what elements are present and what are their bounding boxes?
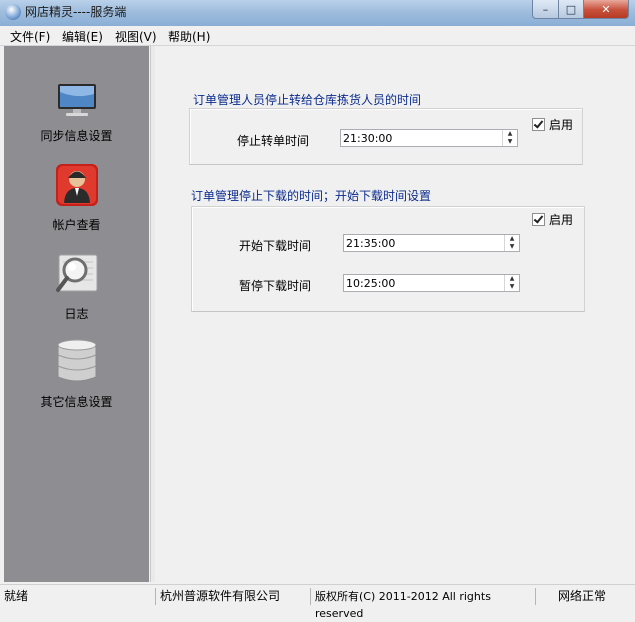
status-ready: 就绪: [4, 589, 29, 603]
menu-file[interactable]: 文件(F): [10, 28, 50, 45]
sidebar-item-label: 日志: [64, 307, 89, 321]
spin-down-icon[interactable]: ▼: [503, 138, 517, 146]
checkbox-label: 启用: [549, 118, 574, 132]
group1-title: 订单管理人员停止转给仓库拣货人员的时间: [193, 93, 422, 107]
status-bar: 就绪 杭州普源软件有限公司 版权所有(C) 2011-2012 All righ…: [0, 584, 635, 620]
start-download-time-field[interactable]: [346, 236, 466, 250]
menu-help[interactable]: 帮助(H): [168, 28, 210, 45]
sidebar-item-other-settings[interactable]: 其它信息设置: [4, 338, 149, 410]
app-icon: [5, 4, 21, 20]
maximize-button[interactable]: □: [559, 0, 584, 19]
spin-up-icon[interactable]: ▲: [505, 235, 519, 243]
menu-bar: 文件(F) 编辑(E) 视图(V) 帮助(H): [0, 26, 635, 46]
sidebar-item-log[interactable]: 日志: [4, 252, 149, 322]
magnifier-log-icon: [55, 254, 97, 292]
close-button[interactable]: ✕: [584, 0, 629, 19]
settings-panel: 订单管理人员停止转给仓库拣货人员的时间 启用 停止转单时间 ▲ ▼ 订单管理停止…: [155, 46, 633, 582]
checkbox-checked-icon: [532, 118, 545, 131]
time-spinner[interactable]: ▲ ▼: [504, 235, 519, 251]
start-download-time-input[interactable]: ▲ ▼: [343, 234, 520, 252]
time-spinner[interactable]: ▲ ▼: [502, 130, 517, 146]
group2-title: 订单管理停止下载的时间；开始下载时间设置: [191, 189, 432, 203]
checkbox-checked-icon: [532, 213, 545, 226]
spin-up-icon[interactable]: ▲: [503, 130, 517, 138]
stop-transfer-time-input[interactable]: ▲ ▼: [340, 129, 518, 147]
menu-edit[interactable]: 编辑(E): [62, 28, 103, 45]
menu-view[interactable]: 视图(V): [115, 28, 157, 45]
time-spinner[interactable]: ▲ ▼: [504, 275, 519, 291]
sidebar-item-account[interactable]: 帐户查看: [4, 163, 149, 233]
pause-download-time-input[interactable]: ▲ ▼: [343, 274, 520, 292]
pause-download-time-field[interactable]: [346, 276, 466, 290]
database-icon: [57, 339, 96, 382]
group2-box: [191, 206, 585, 312]
sidebar-item-label: 其它信息设置: [40, 395, 113, 409]
window-controls: – □ ✕: [532, 0, 629, 20]
title-bar: 网店精灵----服务端 – □ ✕: [0, 0, 635, 26]
checkbox-label: 启用: [549, 213, 574, 227]
spin-up-icon[interactable]: ▲: [505, 275, 519, 283]
sidebar: 同步信息设置 帐户查看 日志 其它信息设置: [4, 46, 149, 582]
status-company: 杭州普源软件有限公司: [155, 588, 310, 605]
monitor-icon: [57, 84, 96, 116]
spin-down-icon[interactable]: ▼: [505, 283, 519, 291]
pause-download-time-label: 暂停下载时间: [239, 279, 312, 293]
stop-transfer-time-label: 停止转单时间: [237, 134, 310, 148]
sidebar-item-sync-settings[interactable]: 同步信息设置: [4, 82, 149, 144]
stop-transfer-time-field[interactable]: [343, 131, 463, 145]
sidebar-item-label: 帐户查看: [52, 218, 101, 232]
sidebar-item-label: 同步信息设置: [40, 129, 113, 143]
group1-enable-checkbox[interactable]: 启用: [532, 116, 573, 133]
window-title: 网店精灵----服务端: [25, 5, 127, 19]
status-copyright: 版权所有(C) 2011-2012 All rights reserved: [310, 588, 535, 620]
group2-enable-checkbox[interactable]: 启用: [532, 211, 573, 228]
status-network: 网络正常: [535, 588, 635, 605]
start-download-time-label: 开始下载时间: [239, 239, 312, 253]
user-account-icon: [55, 164, 98, 206]
minimize-button[interactable]: –: [532, 0, 559, 19]
spin-down-icon[interactable]: ▼: [505, 243, 519, 251]
